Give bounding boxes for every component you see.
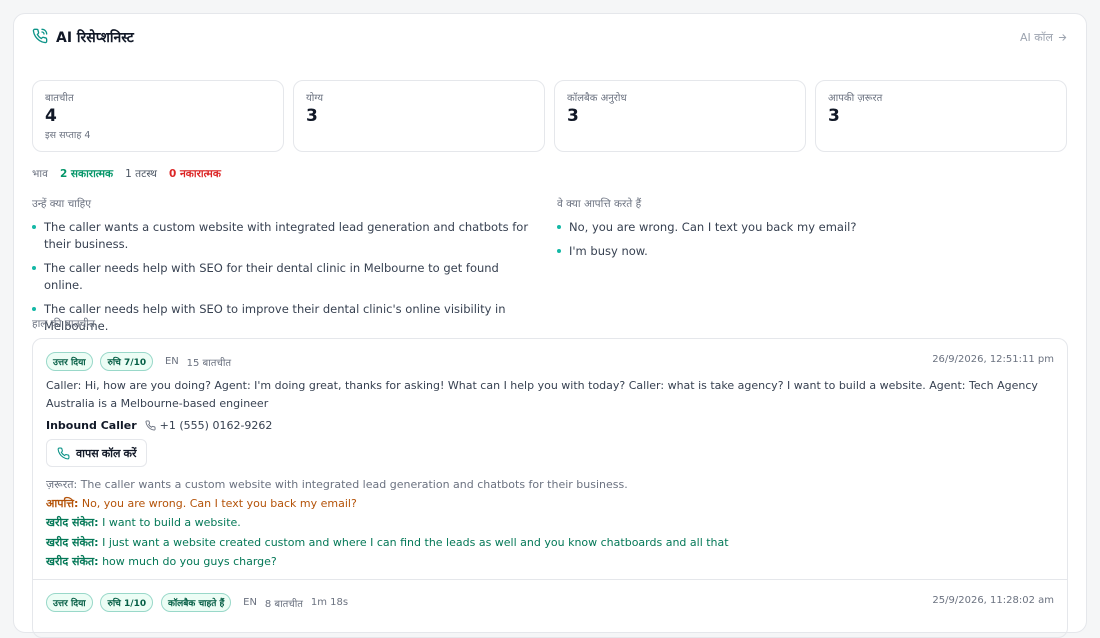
stat-value: 3 (306, 106, 318, 126)
ai-receptionist-card: AI रिसेप्शनिस्ट AI कॉल बातचीत 4 इस सप्ता… (13, 13, 1087, 638)
stat-value: 3 (567, 106, 579, 126)
call-back-button[interactable]: वापस कॉल करें (46, 439, 148, 467)
objections-heading: वे क्या आपत्ति करते हैं (557, 198, 642, 210)
callback-wanted-badge: कॉलबैक चाहते हैं (160, 593, 232, 612)
stats-row: बातचीत 4 इस सप्ताह 4 योग्य 3 कॉलबैक अनुर… (32, 80, 1068, 152)
conversation-meta: उत्तर दिया रुचि 7/10 EN 15 बातचीत 26/9/2… (46, 352, 1054, 371)
call-back-label: वापस कॉल करें (76, 447, 137, 460)
stat-subtext: इस सप्ताह 4 (45, 130, 91, 141)
turn-count: 8 बातचीत (264, 598, 303, 610)
conversation-timestamp: 26/9/2026, 12:51:11 pm (932, 354, 1054, 365)
recent-heading: हाल की बातचीत (32, 318, 95, 330)
ai-calls-link-label: AI कॉल (1019, 31, 1053, 44)
sentiment-positive: 2 सकारात्मक (59, 168, 114, 180)
phone-icon (57, 447, 70, 459)
interest-badge: रुचि 7/10 (100, 352, 154, 371)
list-item: The caller wants a custom website with i… (32, 219, 532, 253)
turn-count: 15 बातचीत (186, 357, 232, 369)
wants-heading: उन्हें क्या चाहिए (32, 198, 92, 210)
buy-signal-line: खरीद संकेत: how much do you guys charge? (46, 552, 1054, 571)
page-title: AI रिसेप्शनिस्ट (56, 30, 134, 46)
sentiment-negative: 0 नकारात्मक (169, 168, 221, 180)
sentiment-summary: भाव 2 सकारात्मक 1 तटस्थ 0 नकारात्मक (32, 167, 221, 181)
buy-signal-value: I just want a website created custom and… (102, 535, 729, 549)
stat-your-needs: आपकी ज़रूरत 3 (815, 80, 1067, 152)
list-item: I'm busy now. (557, 243, 1057, 260)
objection-value: No, you are wrong. Can I text you back m… (81, 497, 357, 511)
buy-signal-key: खरीद संकेत: (46, 516, 99, 530)
stat-callback-requests: कॉलबैक अनुरोध 3 (554, 80, 806, 152)
buy-signal-value: how much do you guys charge? (102, 554, 277, 568)
need-line: ज़रूरत: The caller wants a custom websit… (46, 475, 1054, 494)
stat-label: आपकी ज़रूरत (828, 93, 883, 104)
language-code: EN (164, 356, 179, 367)
answered-badge: उत्तर दिया (46, 593, 93, 612)
objections-list: No, you are wrong. Can I text you back m… (557, 219, 1057, 260)
card-header: AI रिसेप्शनिस्ट AI कॉल (32, 28, 1068, 48)
buy-signal-line: खरीद संकेत: I want to build a website. (46, 513, 1054, 532)
need-key: ज़रूरत: (46, 478, 78, 491)
interest-badge: रुचि 1/10 (100, 593, 154, 612)
conversation-details: ज़रूरत: The caller wants a custom websit… (46, 475, 1054, 571)
phone-icon (145, 420, 156, 431)
sentiment-label: भाव (32, 168, 48, 180)
conversation-divider (33, 579, 1067, 580)
caller-info: Inbound Caller +1 (555) 0162-9262 (46, 419, 272, 432)
objections-section: वे क्या आपत्ति करते हैं No, you are wron… (557, 197, 1057, 267)
buy-signal-value: I want to build a website. (102, 516, 241, 530)
list-item: No, you are wrong. Can I text you back m… (557, 219, 1057, 236)
language-code: EN (243, 597, 257, 608)
sentiment-neutral: 1 तटस्थ (125, 168, 157, 180)
arrow-right-icon (1058, 34, 1067, 41)
caller-name: Inbound Caller (46, 419, 137, 432)
conversation-transcript: Caller: Hi, how are you doing? Agent: I'… (46, 379, 1038, 410)
caller-phone: +1 (555) 0162-9262 (145, 419, 273, 432)
stat-conversations: बातचीत 4 इस सप्ताह 4 (32, 80, 284, 152)
stat-value: 4 (45, 106, 57, 126)
stat-label: बातचीत (45, 93, 74, 104)
stat-label: कॉलबैक अनुरोध (567, 93, 627, 104)
conversation-meta: उत्तर दिया रुचि 1/10 कॉलबैक चाहते हैं EN… (46, 593, 1054, 612)
buy-signal-key: खरीद संकेत: (46, 535, 99, 549)
phone-icon (32, 28, 48, 44)
need-value: The caller wants a custom website with i… (80, 478, 628, 491)
ai-calls-link[interactable]: AI कॉल (1020, 30, 1068, 45)
caller-phone-number: +1 (555) 0162-9262 (159, 419, 273, 432)
answered-badge: उत्तर दिया (46, 352, 93, 371)
list-item: The caller needs help with SEO for their… (32, 260, 532, 294)
conversation-timestamp: 25/9/2026, 11:28:02 am (932, 595, 1054, 606)
buy-signal-key: खरीद संकेत: (46, 554, 99, 568)
list-item: The caller needs help with SEO to improv… (32, 301, 532, 335)
call-duration: 1m 18s (310, 597, 349, 608)
stat-label: योग्य (306, 93, 323, 104)
wants-section: उन्हें क्या चाहिए The caller wants a cus… (32, 197, 532, 342)
objection-line: आपत्ति: No, you are wrong. Can I text yo… (46, 494, 1054, 513)
stat-qualified: योग्य 3 (293, 80, 545, 152)
conversation-list: उत्तर दिया रुचि 7/10 EN 15 बातचीत 26/9/2… (32, 338, 1068, 638)
wants-list: The caller wants a custom website with i… (32, 219, 532, 335)
buy-signal-line: खरीद संकेत: I just want a website create… (46, 533, 1054, 552)
stat-value: 3 (828, 106, 840, 126)
objection-key: आपत्ति: (46, 497, 79, 511)
